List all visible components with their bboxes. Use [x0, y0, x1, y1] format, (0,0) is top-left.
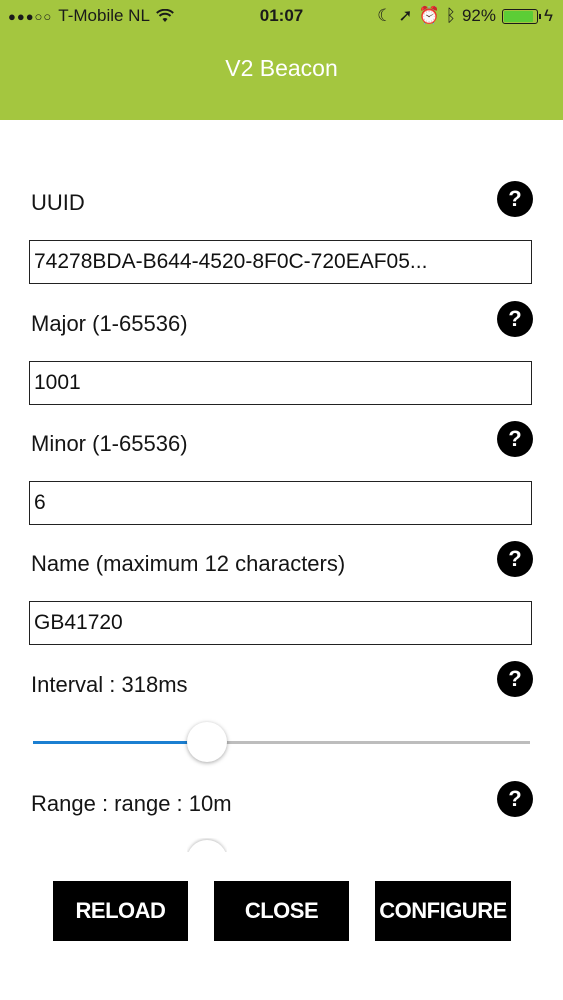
major-field[interactable]: 1001: [29, 361, 532, 405]
battery-percent: 92%: [461, 6, 496, 25]
interval-slider-fill: [33, 741, 207, 744]
app-header: ●●●○○ T-Mobile NL 01:07 ☾ ➚ ⏰ ᛒ 92% ϟ V2…: [0, 0, 563, 120]
charging-icon: ϟ: [544, 6, 553, 25]
alarm-icon: ⏰: [418, 6, 440, 25]
minor-label: Minor (1-65536): [31, 431, 188, 456]
range-help-icon[interactable]: ?: [497, 781, 533, 817]
name-help-icon[interactable]: ?: [497, 541, 533, 577]
name-label: Name (maximum 12 characters): [31, 551, 346, 576]
status-right: ☾ ➚ ⏰ ᛒ 92% ϟ: [377, 6, 553, 26]
uuid-label: UUID: [31, 190, 85, 215]
range-slider-thumb[interactable]: [187, 838, 227, 852]
interval-slider-thumb[interactable]: [186, 722, 227, 762]
uuid-help-icon[interactable]: ?: [497, 181, 533, 217]
bluetooth-icon: ᛒ: [445, 6, 456, 25]
major-label: Major (1-65536): [31, 311, 188, 336]
location-arrow-icon: ➚: [398, 6, 413, 25]
interval-slider[interactable]: [33, 722, 530, 762]
moon-icon: ☾: [377, 6, 393, 25]
name-field[interactable]: GB41720: [29, 601, 532, 645]
configure-button[interactable]: CONFIGURE: [375, 881, 511, 941]
minor-help-icon[interactable]: ?: [497, 421, 533, 457]
page-title: V2 Beacon: [225, 55, 338, 81]
close-button[interactable]: CLOSE: [214, 881, 349, 941]
interval-label: Interval : 318ms: [31, 672, 188, 697]
interval-help-icon[interactable]: ?: [497, 661, 533, 697]
status-bar: ●●●○○ T-Mobile NL 01:07 ☾ ➚ ⏰ ᛒ 92% ϟ: [0, 0, 563, 34]
minor-field[interactable]: 6: [29, 481, 532, 525]
battery-icon: [502, 8, 541, 24]
major-help-icon[interactable]: ?: [497, 301, 533, 337]
reload-button[interactable]: RELOAD: [53, 881, 188, 941]
uuid-field[interactable]: 74278BDA-B644-4520-8F0C-720EAF05...: [29, 240, 532, 284]
range-label: Range : range : 10m: [31, 791, 232, 816]
